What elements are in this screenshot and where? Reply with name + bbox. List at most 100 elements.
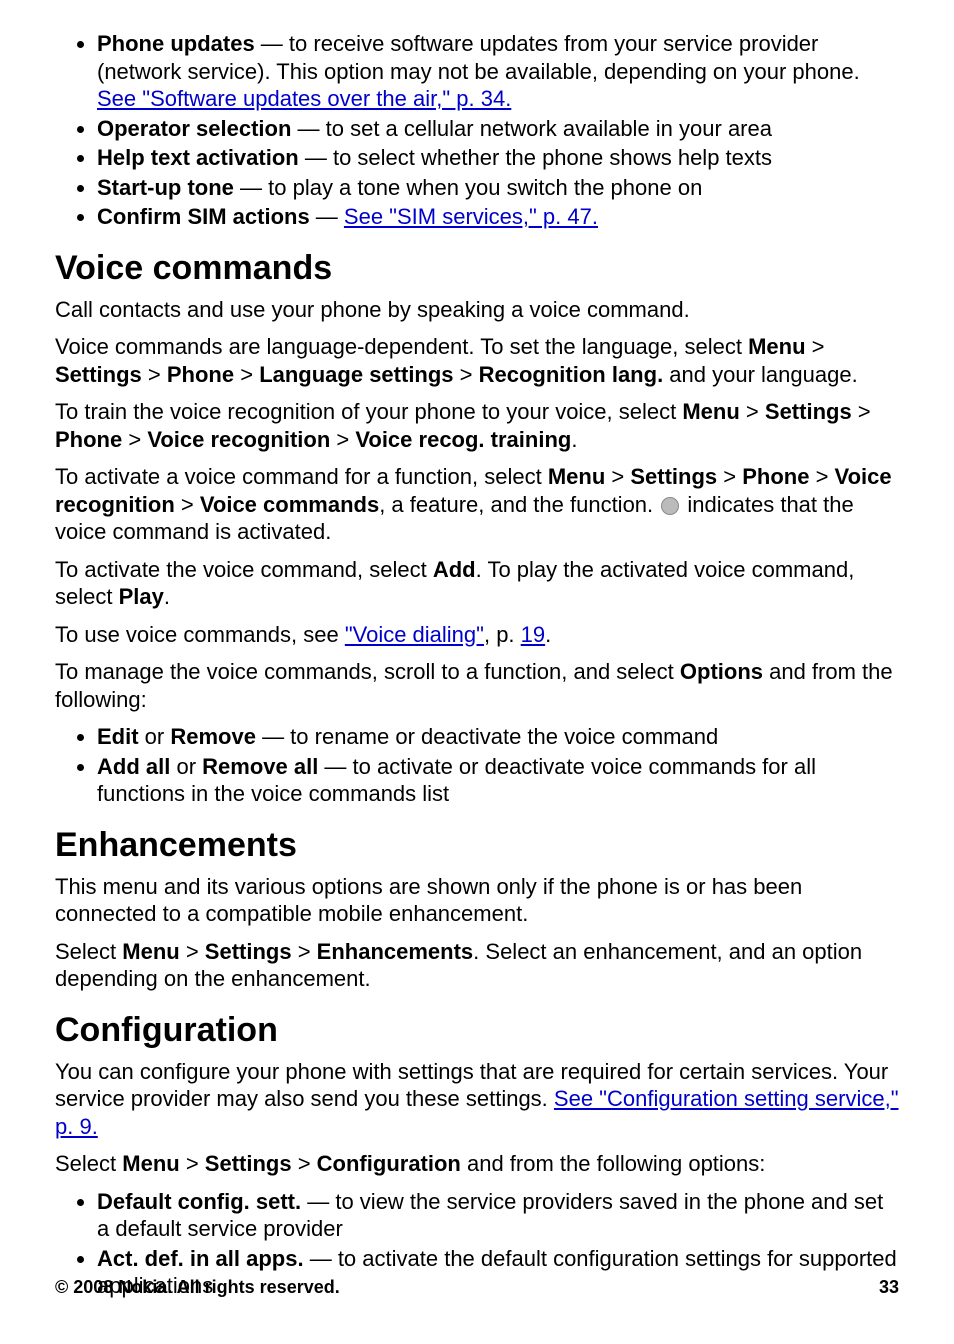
sep: — [299, 145, 333, 170]
item-text: — to rename or deactivate the voice comm… [256, 724, 718, 749]
list-item: Add all or Remove all — to activate or d… [97, 753, 899, 808]
menu-path: Voice recog. training [355, 427, 571, 452]
menu-path: Recognition lang. [479, 362, 664, 387]
sep: > [122, 427, 147, 452]
menu-path: Menu [122, 939, 179, 964]
sep: > [180, 1151, 205, 1176]
option-label: Edit [97, 724, 139, 749]
text: To use voice commands, see [55, 622, 345, 647]
option-label: Remove [170, 724, 256, 749]
sep: — [234, 175, 268, 200]
menu-path: Menu [748, 334, 805, 359]
sep: > [175, 492, 200, 517]
sep: > [142, 362, 167, 387]
menu-path: Configuration [317, 1151, 461, 1176]
sep: > [717, 464, 742, 489]
sep: > [852, 399, 871, 424]
item-label: Help text activation [97, 145, 299, 170]
page-19-link[interactable]: 19 [521, 622, 545, 647]
paragraph: To activate a voice command for a functi… [55, 463, 899, 546]
text: or [139, 724, 171, 749]
paragraph: Voice commands are language-dependent. T… [55, 333, 899, 388]
page-number: 33 [879, 1277, 899, 1298]
paragraph: To activate the voice command, select Ad… [55, 556, 899, 611]
document-page: Phone updates — to receive software upda… [0, 0, 954, 1344]
configuration-heading: Configuration [55, 1011, 899, 1050]
sim-services-link[interactable]: See "SIM services," p. 47. [344, 204, 598, 229]
option-label: Add all [97, 754, 170, 779]
item-text: to play a tone when you switch the phone… [268, 175, 702, 200]
action: Play [119, 584, 164, 609]
list-item: Start-up tone — to play a tone when you … [97, 174, 899, 202]
option-label: Act. def. in all apps. [97, 1246, 304, 1271]
sep: > [740, 399, 765, 424]
list-item: Confirm SIM actions — See "SIM services,… [97, 203, 899, 231]
sep: > [330, 427, 355, 452]
sep: > [809, 464, 834, 489]
list-item: Phone updates — to receive software upda… [97, 30, 899, 113]
menu-path: Settings [630, 464, 717, 489]
option-label: Default config. sett. [97, 1189, 301, 1214]
paragraph: Select Menu > Settings > Configuration a… [55, 1150, 899, 1178]
text: To activate a voice command for a functi… [55, 464, 548, 489]
text: Select [55, 1151, 122, 1176]
sep: — [255, 31, 289, 56]
menu-path: Menu [122, 1151, 179, 1176]
copyright-text: © 2008 Nokia. All rights reserved. [55, 1277, 340, 1298]
sep: > [180, 939, 205, 964]
paragraph: To train the voice recognition of your p… [55, 398, 899, 453]
paragraph: Call contacts and use your phone by spea… [55, 296, 899, 324]
page-footer: © 2008 Nokia. All rights reserved. 33 [55, 1277, 899, 1298]
menu-path: Menu [682, 399, 739, 424]
option-label: Remove all [202, 754, 318, 779]
enhancements-heading: Enhancements [55, 826, 899, 865]
sep: > [806, 334, 825, 359]
sep: > [292, 939, 317, 964]
voice-indicator-icon [661, 497, 679, 515]
text: To train the voice recognition of your p… [55, 399, 682, 424]
list-item: Operator selection — to set a cellular n… [97, 115, 899, 143]
text: and from the following options: [461, 1151, 766, 1176]
phone-settings-list: Phone updates — to receive software upda… [55, 30, 899, 231]
menu-path: Language settings [259, 362, 453, 387]
voice-commands-heading: Voice commands [55, 249, 899, 288]
list-item: Help text activation — to select whether… [97, 144, 899, 172]
action: Options [680, 659, 763, 684]
sep: — [310, 204, 344, 229]
menu-path: Voice recognition [147, 427, 330, 452]
text: . [571, 427, 577, 452]
voice-options-list: Edit or Remove — to rename or deactivate… [55, 723, 899, 808]
sep: — [291, 116, 325, 141]
paragraph: This menu and its various options are sh… [55, 873, 899, 928]
menu-path: Settings [765, 399, 852, 424]
sep: > [234, 362, 259, 387]
software-updates-link[interactable]: See "Software updates over the air," p. … [97, 86, 511, 111]
voice-dialing-link[interactable]: "Voice dialing" [345, 622, 484, 647]
menu-path: Voice commands [200, 492, 379, 517]
menu-path: Menu [548, 464, 605, 489]
item-label: Confirm SIM actions [97, 204, 310, 229]
sep: > [454, 362, 479, 387]
menu-path: Phone [167, 362, 234, 387]
menu-path: Settings [55, 362, 142, 387]
item-label: Phone updates [97, 31, 255, 56]
menu-path: Phone [55, 427, 122, 452]
sep: > [292, 1151, 317, 1176]
text: . [545, 622, 551, 647]
sep: > [605, 464, 630, 489]
text: and your language. [663, 362, 858, 387]
text: . [164, 584, 170, 609]
menu-path: Settings [205, 939, 292, 964]
text: To manage the voice commands, scroll to … [55, 659, 680, 684]
menu-path: Settings [205, 1151, 292, 1176]
text: Select [55, 939, 122, 964]
menu-path: Phone [742, 464, 809, 489]
paragraph: Select Menu > Settings > Enhancements. S… [55, 938, 899, 993]
text: Voice commands are language-dependent. T… [55, 334, 748, 359]
item-label: Start-up tone [97, 175, 234, 200]
text: , p. [484, 622, 521, 647]
paragraph: You can configure your phone with settin… [55, 1058, 899, 1141]
item-text: to select whether the phone shows help t… [333, 145, 772, 170]
text: , a feature, and the function. [379, 492, 659, 517]
paragraph: To use voice commands, see "Voice dialin… [55, 621, 899, 649]
